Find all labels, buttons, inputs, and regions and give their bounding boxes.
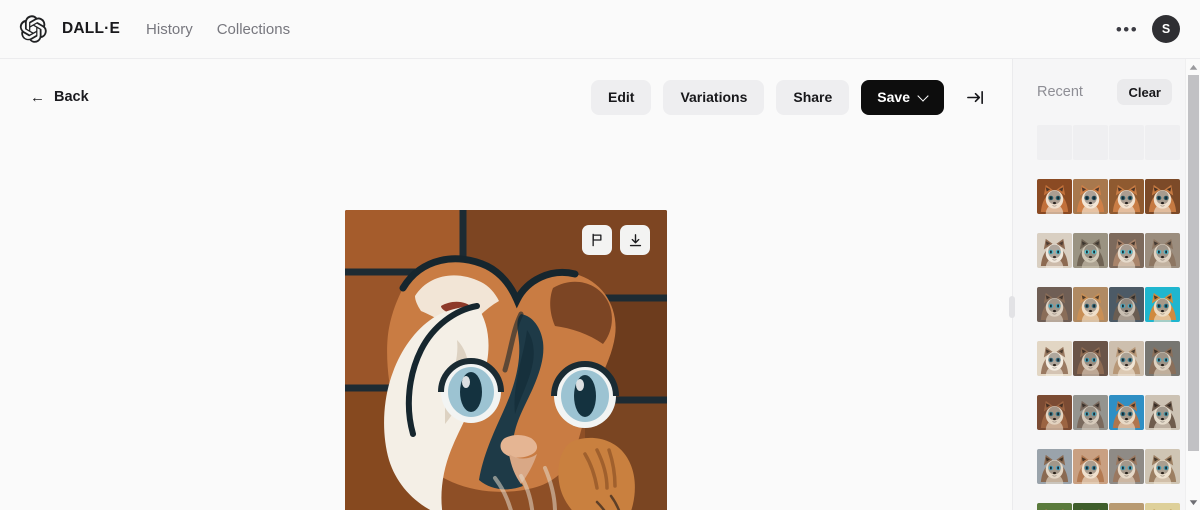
image-overlay-actions	[582, 225, 650, 255]
avatar[interactable]: S	[1152, 15, 1180, 43]
nav-link-collections[interactable]: Collections	[217, 21, 290, 38]
arrow-left-icon: ←	[30, 88, 45, 106]
recent-thumbnail[interactable]	[1109, 179, 1144, 214]
recent-thumbnail[interactable]	[1145, 179, 1180, 214]
sidebar-scrollbar[interactable]	[1185, 59, 1200, 510]
thumbnail-row	[1037, 125, 1180, 160]
recent-thumbnail[interactable]	[1145, 395, 1180, 430]
recent-thumbnail[interactable]	[1073, 179, 1108, 214]
thumbnail-row	[1037, 341, 1180, 376]
image-stage	[0, 135, 1012, 510]
edit-button[interactable]: Edit	[591, 79, 652, 115]
app-brand-title: DALL·E	[62, 20, 121, 37]
recent-thumbnail[interactable]	[1109, 449, 1144, 484]
scroll-up-arrow-icon[interactable]	[1186, 59, 1200, 75]
recent-thumbnail[interactable]	[1073, 233, 1108, 268]
save-button-label: Save	[877, 89, 910, 105]
back-button[interactable]: ← Back	[30, 89, 89, 105]
recent-thumbnail[interactable]	[1037, 395, 1072, 430]
main-canvas: ← Back Edit Variations Share Save	[0, 59, 1012, 510]
download-icon[interactable]	[620, 225, 650, 255]
scrollbar-thumb[interactable]	[1187, 75, 1199, 451]
ellipsis-icon[interactable]: •••	[1114, 16, 1140, 42]
scrollbar-track[interactable]	[1186, 75, 1200, 494]
thumbnail-placeholder	[1037, 125, 1072, 160]
openai-logo-icon	[19, 15, 47, 43]
recent-thumbnail[interactable]	[1145, 503, 1180, 510]
thumbnail-row	[1037, 395, 1180, 430]
recent-thumbnail[interactable]	[1037, 287, 1072, 322]
recent-thumbnail[interactable]	[1037, 449, 1072, 484]
chevron-down-icon	[919, 92, 928, 101]
recent-thumbnail[interactable]	[1073, 503, 1108, 510]
scroll-down-arrow-icon[interactable]	[1186, 494, 1200, 510]
thumbnail-row	[1037, 179, 1180, 214]
image-toolbar: ← Back Edit Variations Share Save	[0, 59, 1012, 135]
generated-image[interactable]	[345, 210, 667, 510]
recent-thumbnail[interactable]	[1109, 395, 1144, 430]
variations-button[interactable]: Variations	[663, 79, 765, 115]
recent-thumbnail[interactable]	[1109, 233, 1144, 268]
recent-thumbnail[interactable]	[1109, 341, 1144, 376]
thumbnail-placeholder	[1073, 125, 1108, 160]
recent-thumbnail[interactable]	[1145, 449, 1180, 484]
recent-thumbnail[interactable]	[1109, 287, 1144, 322]
save-button[interactable]: Save	[861, 79, 944, 115]
thumbnail-row	[1037, 503, 1180, 510]
sidebar-resize-handle[interactable]	[1009, 296, 1015, 318]
recent-thumbnail[interactable]	[1037, 341, 1072, 376]
thumbnail-placeholder	[1109, 125, 1144, 160]
share-button[interactable]: Share	[776, 79, 850, 115]
app-header: DALL·E History Collections ••• S	[0, 0, 1200, 59]
flag-icon[interactable]	[582, 225, 612, 255]
generated-image-container	[345, 210, 667, 510]
dalle-app: DALL·E History Collections ••• S ← Back …	[0, 0, 1200, 510]
recent-thumbnail[interactable]	[1073, 341, 1108, 376]
thumbnail-row	[1037, 287, 1180, 322]
recent-thumbnail[interactable]	[1145, 341, 1180, 376]
recent-thumbnail-list[interactable]	[1013, 125, 1200, 510]
app-body: ← Back Edit Variations Share Save Recent…	[0, 59, 1200, 510]
collapse-right-icon[interactable]	[962, 84, 988, 110]
recent-thumbnail[interactable]	[1073, 287, 1108, 322]
nav-link-history[interactable]: History	[146, 21, 193, 38]
thumbnail-row	[1037, 449, 1180, 484]
recent-thumbnail[interactable]	[1037, 179, 1072, 214]
clear-button[interactable]: Clear	[1117, 79, 1172, 105]
recent-thumbnail[interactable]	[1145, 287, 1180, 322]
recent-thumbnail[interactable]	[1073, 449, 1108, 484]
thumbnail-placeholder	[1145, 125, 1180, 160]
sidebar-title: Recent	[1037, 84, 1083, 100]
recent-sidebar: Recent Clear	[1009, 59, 1200, 510]
back-button-label: Back	[54, 89, 89, 105]
recent-thumbnail[interactable]	[1109, 503, 1144, 510]
recent-thumbnail[interactable]	[1037, 233, 1072, 268]
recent-thumbnail[interactable]	[1037, 503, 1072, 510]
thumbnail-row	[1037, 233, 1180, 268]
recent-thumbnail[interactable]	[1073, 395, 1108, 430]
sidebar-header: Recent Clear	[1013, 59, 1200, 125]
recent-thumbnail[interactable]	[1145, 233, 1180, 268]
